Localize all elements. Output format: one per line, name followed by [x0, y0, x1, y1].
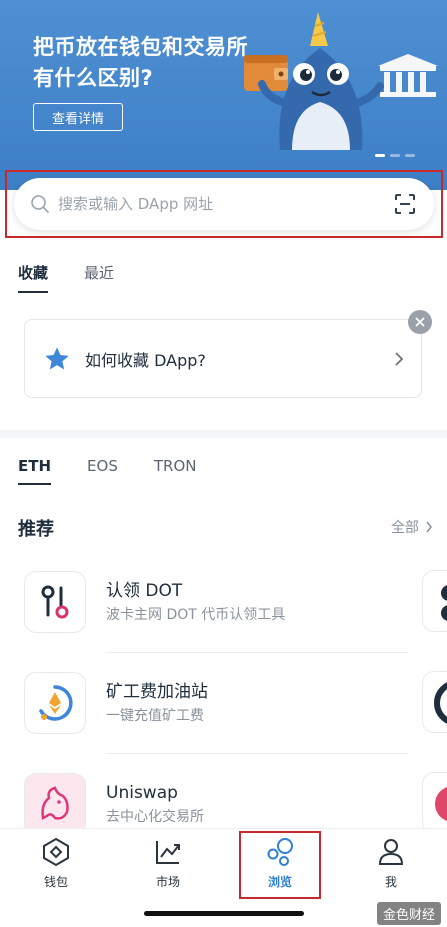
nav-market-label: 市场 — [155, 875, 180, 889]
favorites-tabs: 收藏 最近 — [18, 262, 114, 293]
chain-tabs: ETH EOS TRON — [18, 457, 196, 485]
tab-eth[interactable]: ETH — [18, 457, 52, 485]
chevron-right-icon — [426, 521, 432, 533]
promo-banner[interactable]: 把币放在钱包和交易所有什么区别? 查看详情 — [0, 0, 447, 190]
carousel-dot — [375, 154, 385, 157]
dapp-description: 波卡主网 DOT 代币认领工具 — [106, 606, 286, 623]
dapp-name: 认领 DOT — [106, 580, 183, 601]
dapp-description: 一键充值矿工费 — [106, 707, 204, 724]
watermark: 金色财经 — [376, 902, 441, 925]
tab-eos[interactable]: EOS — [87, 457, 118, 485]
dapp-name: Uniswap — [106, 782, 178, 803]
browse-bubbles-icon — [267, 838, 293, 866]
watermark-label: 金色财经 — [382, 908, 435, 923]
tab-recent[interactable]: 最近 — [84, 262, 114, 293]
nav-profile[interactable]: 我 — [351, 837, 431, 890]
row-divider — [106, 753, 408, 754]
close-card-button[interactable] — [408, 310, 432, 334]
chevron-right-icon — [395, 351, 404, 366]
view-all-label: 全部 — [391, 520, 419, 536]
dapp-peek-card[interactable] — [422, 772, 447, 834]
how-to-favorite-card[interactable]: 如何收藏 DApp? — [24, 319, 422, 398]
carousel-dot — [405, 154, 415, 157]
dapp-description: 去中心化交易所 — [106, 808, 204, 825]
gas-station-icon — [24, 672, 86, 734]
dot-claim-icon — [24, 571, 86, 633]
nav-wallet[interactable]: 钱包 — [16, 837, 96, 890]
dapp-search-bar[interactable] — [14, 178, 434, 230]
wallet-icon — [43, 837, 69, 867]
nav-market[interactable]: 市场 — [128, 837, 208, 890]
dapp-list-item[interactable]: 认领 DOT 波卡主网 DOT 代币认领工具 — [24, 570, 414, 634]
profile-icon — [378, 839, 404, 865]
search-icon — [31, 195, 49, 213]
dapp-peek-card[interactable] — [422, 570, 447, 632]
nav-browse-label: 浏览 — [267, 875, 292, 889]
banner-details-button[interactable]: 查看详情 — [33, 103, 123, 131]
market-chart-icon — [156, 841, 180, 864]
recommend-title: 推荐 — [18, 519, 54, 540]
row-divider — [106, 652, 408, 653]
nav-wallet-label: 钱包 — [43, 875, 68, 889]
tab-tron[interactable]: TRON — [154, 457, 197, 485]
star-icon — [45, 346, 69, 369]
home-indicator[interactable] — [144, 911, 304, 916]
nav-browse[interactable]: 浏览 — [240, 837, 320, 890]
close-icon — [415, 317, 425, 327]
dapp-name: 矿工费加油站 — [106, 681, 208, 702]
search-input[interactable] — [58, 195, 394, 213]
uniswap-unicorn-icon — [24, 773, 86, 835]
tab-favorites[interactable]: 收藏 — [18, 262, 49, 293]
dapp-list-item[interactable]: 矿工费加油站 一键充值矿工费 — [24, 671, 414, 735]
carousel-dots — [375, 154, 415, 157]
dapp-list-item[interactable]: Uniswap 去中心化交易所 — [24, 772, 414, 836]
mascot-illustration — [244, 12, 438, 150]
carousel-dot — [390, 154, 400, 157]
banner-title: 把币放在钱包和交易所有什么区别? — [33, 35, 248, 90]
section-divider — [0, 430, 447, 438]
nav-profile-label: 我 — [384, 875, 397, 889]
scan-qr-icon[interactable] — [394, 193, 416, 215]
view-all-link[interactable]: 全部 — [391, 517, 433, 537]
favorite-card-label: 如何收藏 DApp? — [85, 350, 206, 370]
dapp-peek-card[interactable] — [422, 671, 447, 733]
